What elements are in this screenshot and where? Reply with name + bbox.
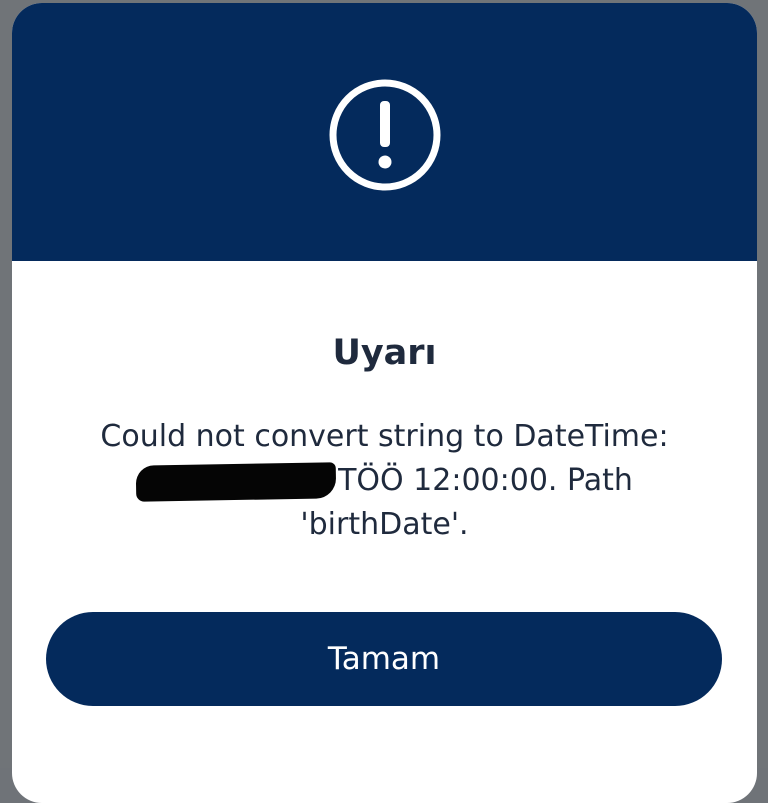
- exclamation-circle-icon: [329, 79, 441, 191]
- message-line-2-text: TÖÖ 12:00:00. Path: [338, 463, 633, 498]
- message-line-1: Could not convert string to DateTime:: [100, 419, 669, 454]
- ok-button[interactable]: Tamam: [46, 612, 722, 706]
- message-line-3: 'birthDate'.: [300, 507, 469, 542]
- dialog-header: [12, 3, 757, 261]
- dialog-message: Could not convert string to DateTime: TÖ…: [52, 415, 717, 547]
- redaction-mark: [135, 461, 337, 502]
- dialog-title: Uyarı: [332, 333, 437, 373]
- alert-dialog: Uyarı Could not convert string to DateTi…: [12, 3, 757, 803]
- ok-button-label: Tamam: [327, 641, 441, 677]
- message-line-2: TÖÖ 12:00:00. Path: [52, 459, 717, 503]
